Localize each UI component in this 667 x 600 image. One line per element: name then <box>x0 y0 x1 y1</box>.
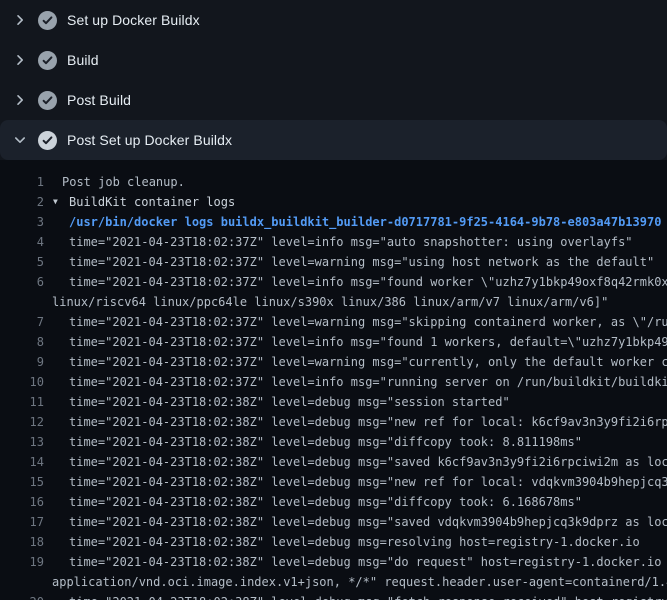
log-line: 13 time="2021-04-23T18:02:38Z" level=debu… <box>0 432 667 452</box>
log-line-text: Post job cleanup. <box>62 172 185 192</box>
chevron-right-icon[interactable] <box>12 12 28 28</box>
line-number[interactable]: 2 <box>0 192 44 212</box>
line-number[interactable]: 1 <box>0 172 44 192</box>
log-line: 9 time="2021-04-23T18:02:37Z" level=warni… <box>0 352 667 372</box>
workflow-log-viewer: Set up Docker Buildx Build Post Build Post … <box>0 0 667 600</box>
log-group-header[interactable]: 2 ▼BuildKit container logs <box>0 192 667 212</box>
chevron-down-icon[interactable] <box>12 132 28 148</box>
chevron-right-icon[interactable] <box>12 92 28 108</box>
step-label: Build <box>67 52 99 68</box>
success-check-icon <box>38 51 57 70</box>
log-line-text: time="2021-04-23T18:02:38Z" level=debug … <box>69 472 667 492</box>
steps-list: Set up Docker Buildx Build Post Build Post … <box>0 0 667 160</box>
line-number[interactable]: 18 <box>0 532 44 552</box>
line-number[interactable]: 9 <box>0 352 44 372</box>
log-line: 14 time="2021-04-23T18:02:38Z" level=debu… <box>0 452 667 472</box>
log-line: 5 time="2021-04-23T18:02:37Z" level=warni… <box>0 252 667 272</box>
log-line-text: time="2021-04-23T18:02:37Z" level=info m… <box>69 372 667 392</box>
log-wrapped-line: application/vnd.oci.image.index.v1+json,… <box>0 572 667 592</box>
step-header-set-up-docker-buildx[interactable]: Set up Docker Buildx <box>0 0 667 40</box>
log-line-text: time="2021-04-23T18:02:37Z" level=info m… <box>69 272 667 292</box>
log-line-text: time="2021-04-23T18:02:38Z" level=debug … <box>69 592 667 600</box>
log-line-text: time="2021-04-23T18:02:38Z" level=debug … <box>69 532 640 552</box>
log-line: 12 time="2021-04-23T18:02:38Z" level=debu… <box>0 412 667 432</box>
log-line-text: time="2021-04-23T18:02:38Z" level=debug … <box>69 512 667 532</box>
success-check-icon <box>38 131 57 150</box>
group-collapse-triangle-icon[interactable]: ▼ <box>53 192 69 212</box>
line-number[interactable]: 8 <box>0 332 44 352</box>
step-label: Post Build <box>67 92 131 108</box>
line-number[interactable]: 17 <box>0 512 44 532</box>
line-number[interactable]: 6 <box>0 272 44 292</box>
log-line-text: time="2021-04-23T18:02:38Z" level=debug … <box>69 412 667 432</box>
line-number[interactable]: 12 <box>0 412 44 432</box>
line-number[interactable]: 14 <box>0 452 44 472</box>
chevron-right-icon[interactable] <box>12 52 28 68</box>
log-line: 11 time="2021-04-23T18:02:38Z" level=debu… <box>0 392 667 412</box>
line-number[interactable]: 15 <box>0 472 44 492</box>
log-line: 18 time="2021-04-23T18:02:38Z" level=debu… <box>0 532 667 552</box>
log-line-text: time="2021-04-23T18:02:37Z" level=warnin… <box>69 252 654 272</box>
log-line: 1 Post job cleanup. <box>0 172 667 192</box>
log-line-text: time="2021-04-23T18:02:37Z" level=warnin… <box>69 312 667 332</box>
log-line-text: linux/riscv64 linux/ppc64le linux/s390x … <box>52 292 608 312</box>
log-line: 15 time="2021-04-23T18:02:38Z" level=debu… <box>0 472 667 492</box>
success-check-icon <box>38 91 57 110</box>
log-line-text: time="2021-04-23T18:02:38Z" level=debug … <box>69 432 582 452</box>
log-line-text: application/vnd.oci.image.index.v1+json,… <box>52 572 667 592</box>
line-number[interactable]: 10 <box>0 372 44 392</box>
log-console: 1 Post job cleanup. 2 ▼BuildKit container l… <box>0 160 667 600</box>
line-number[interactable]: 20 <box>0 592 44 600</box>
step-label: Post Set up Docker Buildx <box>67 132 232 148</box>
log-line-text: time="2021-04-23T18:02:38Z" level=debug … <box>69 492 582 512</box>
log-line-text: time="2021-04-23T18:02:38Z" level=debug … <box>69 552 667 572</box>
line-number[interactable]: 5 <box>0 252 44 272</box>
log-line: 10 time="2021-04-23T18:02:37Z" level=info… <box>0 372 667 392</box>
log-line: 19 time="2021-04-23T18:02:38Z" level=debu… <box>0 552 667 572</box>
step-header-build[interactable]: Build <box>0 40 667 80</box>
line-number[interactable]: 11 <box>0 392 44 412</box>
success-check-icon <box>38 11 57 30</box>
log-line: 4 time="2021-04-23T18:02:37Z" level=info … <box>0 232 667 252</box>
line-number[interactable]: 16 <box>0 492 44 512</box>
line-number[interactable]: 7 <box>0 312 44 332</box>
log-line-text: time="2021-04-23T18:02:38Z" level=debug … <box>69 452 667 472</box>
log-line: 17 time="2021-04-23T18:02:38Z" level=debu… <box>0 512 667 532</box>
log-line: 7 time="2021-04-23T18:02:37Z" level=warni… <box>0 312 667 332</box>
log-wrapped-line: linux/riscv64 linux/ppc64le linux/s390x … <box>0 292 667 312</box>
log-line-text: time="2021-04-23T18:02:37Z" level=info m… <box>69 332 667 352</box>
log-line-text: BuildKit container logs <box>69 192 235 212</box>
step-header-post-build[interactable]: Post Build <box>0 80 667 120</box>
log-line: 20 time="2021-04-23T18:02:38Z" level=debu… <box>0 592 667 600</box>
line-number <box>0 572 44 592</box>
line-number[interactable]: 19 <box>0 552 44 572</box>
line-number[interactable]: 3 <box>0 212 44 232</box>
log-command-line: 3/usr/bin/docker logs buildx_buildkit_bu… <box>0 212 667 232</box>
log-line: 16 time="2021-04-23T18:02:38Z" level=debu… <box>0 492 667 512</box>
step-label: Set up Docker Buildx <box>67 12 200 28</box>
line-number[interactable]: 13 <box>0 432 44 452</box>
log-line-text: /usr/bin/docker logs buildx_buildkit_bui… <box>69 212 661 232</box>
log-line-text: time="2021-04-23T18:02:37Z" level=info m… <box>69 232 633 252</box>
log-line-text: time="2021-04-23T18:02:37Z" level=warnin… <box>69 352 667 372</box>
line-number <box>0 292 44 312</box>
step-header-post-set-up-docker-buildx[interactable]: Post Set up Docker Buildx <box>0 120 667 160</box>
line-number[interactable]: 4 <box>0 232 44 252</box>
log-line-text: time="2021-04-23T18:02:38Z" level=debug … <box>69 392 510 412</box>
log-line: 6 time="2021-04-23T18:02:37Z" level=info … <box>0 272 667 292</box>
log-line: 8 time="2021-04-23T18:02:37Z" level=info … <box>0 332 667 352</box>
